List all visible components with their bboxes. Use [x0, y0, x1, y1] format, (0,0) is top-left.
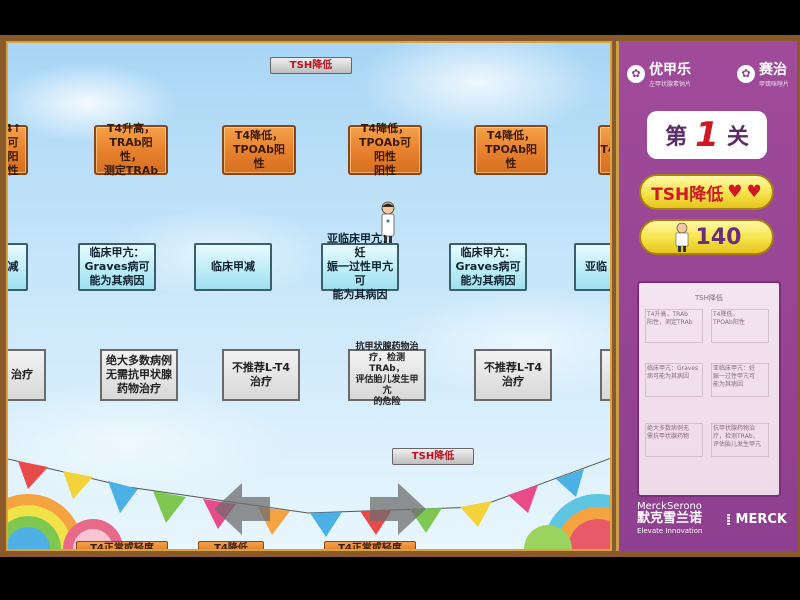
thyrozol-mark-icon: ✿: [736, 64, 755, 83]
bottom-label-0: T4正常或轻度: [76, 541, 168, 549]
card-row3-3[interactable]: 抗甲状腺药物治 疗，检测TRAb， 评估胎儿发生甲亢 的危险: [348, 342, 426, 407]
target-label: TSH降低: [651, 184, 724, 205]
tsh-header-pill: TSH降低: [270, 57, 352, 74]
arrow-left-icon[interactable]: [214, 483, 270, 535]
thyrozol-logo: ✿ 赛治 甲巯咪唑片: [736, 59, 789, 88]
game-frame: TSH降低 4↑ 可阳性 T4升高， TRAb阳性， 测定TRAb T4降低， …: [0, 35, 800, 557]
card-row3-1[interactable]: 绝大多数病例 无需抗甲状腺 药物治疗: [100, 349, 178, 401]
card-row2-4[interactable]: 临床甲亢： Graves病可 能为其病因: [449, 243, 527, 291]
level-indicator: 第 1 关: [647, 111, 767, 159]
score-value: 140: [695, 224, 742, 250]
heart-icon: ♥: [727, 182, 743, 202]
card-row3-5[interactable]: [600, 349, 610, 401]
level-number: 1: [695, 115, 719, 155]
card-row3-0[interactable]: 治疗: [8, 349, 46, 401]
merck-logo: ⁞ MERCK: [725, 509, 787, 529]
heart-icon: ♥: [746, 182, 762, 202]
card-row1-3[interactable]: T4降低， TPOAb可阳性 阳性: [348, 122, 422, 177]
card-row1-4[interactable]: T4降低， TPOAb阳性: [474, 125, 548, 175]
bottom-label-1: T4降低: [198, 541, 264, 549]
merck-mark-icon: ⁞: [725, 509, 732, 529]
target-bar: TSH降低 ♥ ♥: [639, 174, 774, 210]
card-row2-1[interactable]: 临床甲亢： Graves病可 能为其病因: [78, 243, 156, 291]
score-bar: 140: [639, 219, 774, 255]
doctor-icon: [675, 222, 688, 252]
card-row2-0[interactable]: 减: [8, 243, 28, 291]
card-row3-2[interactable]: 不推荐L-T4治疗: [222, 349, 300, 401]
card-row1-5[interactable]: T4: [598, 125, 610, 175]
bunting-decoration: [8, 457, 610, 549]
side-panel: ✿ 优甲乐左甲状腺素钠片 ✿ 赛治甲巯咪唑片 第 1 关 TSH降低 ♥ ♥: [616, 41, 797, 551]
card-row1-0[interactable]: 4↑ 可阳性: [8, 122, 28, 177]
card-row2-3[interactable]: 亚临床甲亢：妊 娠一过性甲亢可 能为其病因: [321, 232, 399, 301]
sponsor-footer: MerckSerono 默克雪兰诺 Elevate Innovation ⁞ M…: [637, 501, 787, 537]
euthyrox-mark-icon: ✿: [627, 64, 645, 83]
board-preview: TSH降低 T4升高，TRAb 阳性，测定TRAb T4降低， TPOAb阳性 …: [637, 281, 781, 497]
card-row2-2[interactable]: 临床甲减: [194, 243, 272, 291]
card-row1-1[interactable]: T4升高， TRAb阳性， 测定TRAb: [94, 122, 168, 177]
card-row1-2[interactable]: T4降低， TPOAb阳性: [222, 125, 296, 175]
merck-serono-logo: MerckSerono 默克雪兰诺 Elevate Innovation: [637, 501, 703, 535]
card-row2-5[interactable]: 亚临: [574, 243, 610, 291]
bottom-label-2: T4正常或轻度: [324, 541, 416, 549]
game-board: TSH降低 4↑ 可阳性 T4升高， TRAb阳性， 测定TRAb T4降低， …: [6, 41, 612, 551]
arrow-right-icon[interactable]: [370, 483, 426, 535]
card-row3-4[interactable]: 不推荐L-T4治疗: [474, 349, 552, 401]
brand-logos: ✿ 优甲乐 左甲状腺素钠片 ✿ 赛治 甲巯咪唑片: [627, 59, 789, 88]
euthyrox-logo: ✿ 优甲乐 左甲状腺素钠片: [627, 59, 691, 88]
